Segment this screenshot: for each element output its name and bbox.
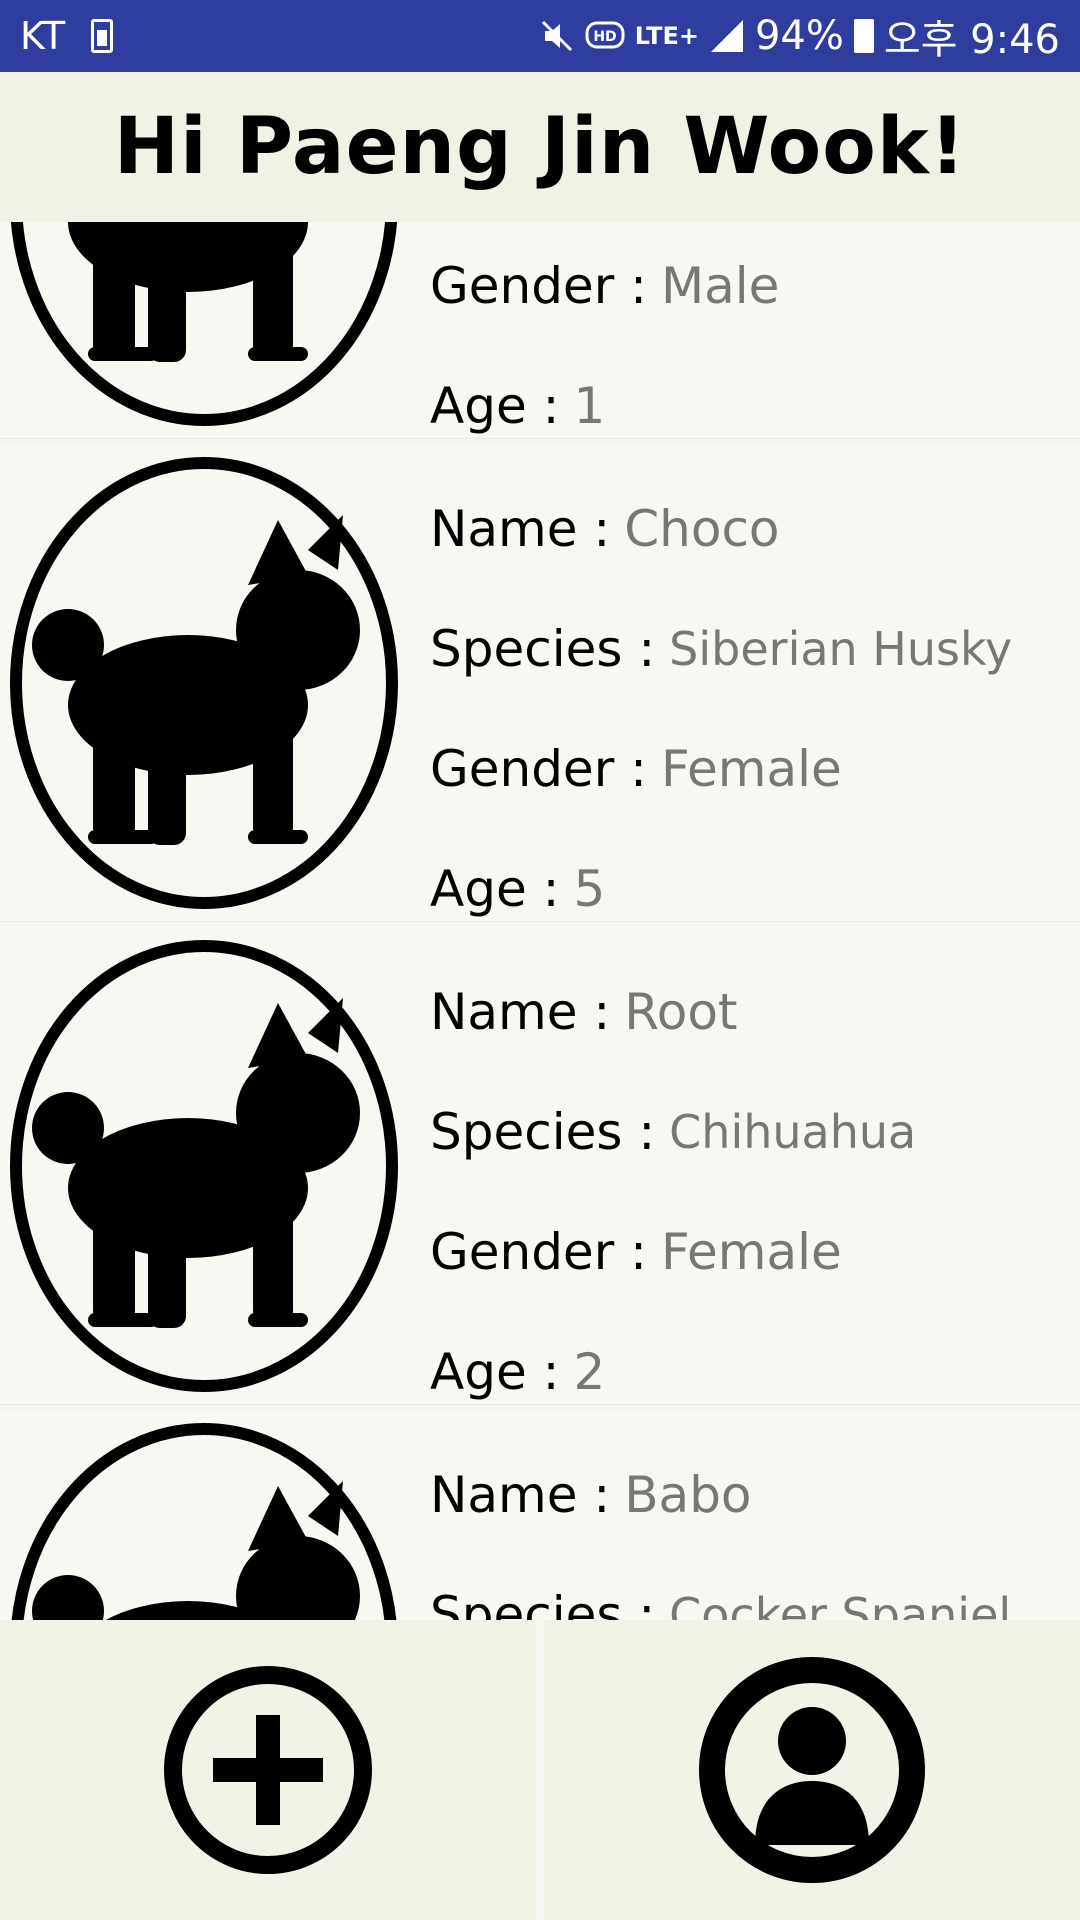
- pet-age: 2: [573, 1343, 606, 1401]
- page-title: Hi Paeng Jin Wook!: [113, 102, 967, 192]
- profile-button[interactable]: [544, 1620, 1080, 1920]
- pet-gender: Male: [661, 257, 780, 315]
- pet-card[interactable]: Name : Choco Species : Siberian Husky Ge…: [0, 445, 1080, 922]
- battery-icon: [853, 19, 874, 53]
- clock: 오후 9:46: [883, 17, 1060, 63]
- bottom-divider: [536, 1620, 544, 1920]
- pet-species: Siberian Husky: [669, 622, 1013, 676]
- battery-percent: 94%: [754, 13, 844, 59]
- pet-name: Choco: [624, 500, 780, 558]
- pet-species-row: Species : Siberian Husky: [430, 620, 1013, 678]
- pet-gender: Female: [661, 740, 842, 798]
- pet-species: Chihuahua: [669, 1105, 917, 1159]
- pet-name: Babo: [624, 1466, 752, 1524]
- dog-avatar-icon: [11, 1423, 397, 1620]
- pet-details: Name : Species : Gender : Male Age : 1: [430, 222, 779, 466]
- pet-species-row: Species : Cocker Spaniel: [430, 1555, 1011, 1620]
- bottom-nav: [0, 1620, 1080, 1920]
- dog-avatar-icon: [10, 222, 398, 426]
- pet-age: 5: [573, 860, 606, 918]
- sim-card-icon: [91, 19, 114, 53]
- status-bar: KT HD LTE+ 94% 오후 9:46: [0, 0, 1080, 72]
- pet-details: Name : Babo Species : Cocker Spaniel Gen…: [430, 1435, 1011, 1620]
- pet-name: Root: [624, 983, 738, 1041]
- dog-avatar-icon: [10, 940, 398, 1392]
- pet-card[interactable]: Name : Species : Gender : Male Age : 1: [0, 222, 1080, 439]
- pet-gender: Female: [661, 1223, 842, 1281]
- pet-age: 1: [573, 377, 606, 435]
- pet-name-row: Name : Root: [430, 983, 738, 1041]
- pet-card[interactable]: Name : Root Species : Chihuahua Gender :…: [0, 928, 1080, 1405]
- pet-list[interactable]: Name : Species : Gender : Male Age : 1: [0, 222, 1080, 1620]
- pet-name-row: Name : Choco: [430, 500, 780, 558]
- dog-avatar-icon: [10, 457, 398, 909]
- pet-details: Name : Root Species : Chihuahua Gender :…: [430, 952, 916, 1432]
- add-pet-button[interactable]: [0, 1620, 536, 1920]
- pet-list-content: Name : Species : Gender : Male Age : 1: [0, 222, 1080, 1620]
- account-circle-icon[interactable]: [699, 1657, 925, 1883]
- pet-gender-row: Gender : Male: [430, 257, 780, 315]
- carrier-label: KT: [20, 14, 66, 58]
- pet-gender-row: Gender : Female: [430, 740, 842, 798]
- pet-name-row: Name : Babo: [430, 1466, 752, 1524]
- pet-gender-row: Gender : Female: [430, 1223, 842, 1281]
- hd-voice-icon: HD: [585, 21, 625, 49]
- pet-species-row: Species : Chihuahua: [430, 1103, 917, 1161]
- lte-icon: LTE+: [634, 22, 699, 50]
- signal-icon: [710, 20, 743, 52]
- pet-details: Name : Choco Species : Siberian Husky Ge…: [430, 469, 1012, 949]
- app-header: Hi Paeng Jin Wook!: [0, 72, 1080, 222]
- add-circle-icon[interactable]: [161, 1663, 375, 1877]
- mute-icon: [541, 20, 572, 52]
- pet-species: Cocker Spaniel: [669, 1588, 1012, 1620]
- svg-text:HD: HD: [593, 29, 616, 45]
- pet-card[interactable]: Name : Babo Species : Cocker Spaniel Gen…: [0, 1411, 1080, 1620]
